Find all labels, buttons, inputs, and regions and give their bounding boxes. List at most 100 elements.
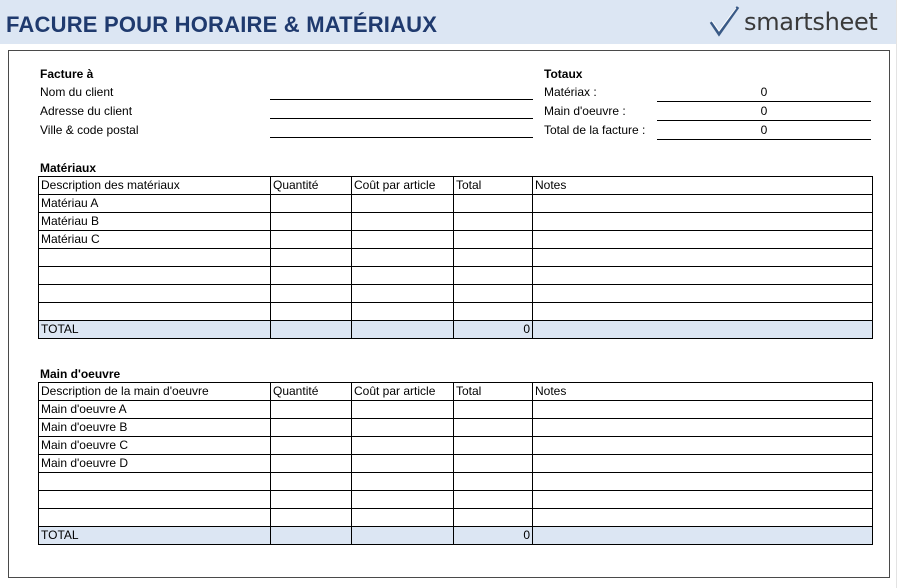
row-description[interactable]: Main d'oeuvre B [38, 418, 271, 437]
row-description[interactable]: Matériau B [38, 212, 271, 231]
cell[interactable] [270, 418, 352, 437]
cell[interactable] [270, 490, 352, 509]
row-description[interactable] [38, 490, 271, 509]
cell[interactable] [532, 194, 873, 213]
column-header: Quantité [270, 176, 352, 195]
cell[interactable] [351, 284, 454, 303]
column-header: Quantité [270, 382, 352, 401]
cell[interactable] [351, 508, 454, 527]
cell[interactable] [351, 490, 454, 509]
cell[interactable] [270, 194, 352, 213]
cell [351, 320, 454, 339]
cell[interactable] [453, 508, 533, 527]
row-description[interactable] [38, 266, 271, 285]
total-value: 0 [453, 526, 533, 545]
column-header: Total [453, 176, 533, 195]
row-description[interactable] [38, 284, 271, 303]
cell[interactable] [532, 248, 873, 267]
row-description[interactable]: Main d'oeuvre C [38, 436, 271, 455]
cell[interactable] [351, 436, 454, 455]
totals-invoice-line [657, 139, 871, 140]
cell[interactable] [351, 400, 454, 419]
cell[interactable] [351, 472, 454, 491]
totals-labor-value: 0 [760, 104, 768, 118]
cell[interactable] [453, 194, 533, 213]
cell[interactable] [532, 230, 873, 249]
cell[interactable] [270, 284, 352, 303]
row-description[interactable] [38, 508, 271, 527]
cell[interactable] [270, 230, 352, 249]
cell[interactable] [351, 230, 454, 249]
cell[interactable] [351, 266, 454, 285]
client-address-field[interactable] [270, 118, 533, 119]
cell[interactable] [453, 230, 533, 249]
cell[interactable] [453, 490, 533, 509]
cell[interactable] [453, 212, 533, 231]
cell[interactable] [532, 302, 873, 321]
row-description[interactable] [38, 472, 271, 491]
cell[interactable] [453, 454, 533, 473]
cell[interactable] [532, 400, 873, 419]
cell[interactable] [453, 284, 533, 303]
cell[interactable] [532, 436, 873, 455]
cell[interactable] [351, 454, 454, 473]
client-city-label: Ville & code postal [40, 123, 139, 137]
cell[interactable] [351, 212, 454, 231]
totals-heading: Totaux [544, 67, 583, 81]
client-name-field[interactable] [270, 99, 533, 100]
materials-heading: Matériaux [40, 161, 97, 175]
totals-materials-line [657, 101, 871, 102]
row-description[interactable]: Main d'oeuvre A [38, 400, 271, 419]
cell[interactable] [351, 302, 454, 321]
cell[interactable] [453, 400, 533, 419]
cell[interactable] [453, 248, 533, 267]
table-row: Main d'oeuvre A [38, 400, 873, 419]
totals-labor-label: Main d'oeuvre : [544, 104, 626, 118]
column-header: Coût par article [351, 382, 454, 401]
cell[interactable] [270, 436, 352, 455]
invoice-sheet: Facture à Nom du client Adresse du clien… [8, 50, 890, 578]
row-description[interactable]: Matériau C [38, 230, 271, 249]
cell[interactable] [270, 212, 352, 231]
cell[interactable] [532, 508, 873, 527]
total-row: TOTAL 0 [38, 526, 873, 545]
row-description[interactable]: Matériau A [38, 194, 271, 213]
cell[interactable] [270, 400, 352, 419]
cell[interactable] [453, 302, 533, 321]
table-row [38, 248, 873, 267]
labor-heading: Main d'oeuvre [40, 367, 121, 381]
totals-invoice-label: Total de la facture : [544, 123, 646, 137]
cell[interactable] [532, 472, 873, 491]
cell[interactable] [270, 472, 352, 491]
total-value: 0 [453, 320, 533, 339]
row-description[interactable]: Main d'oeuvre D [38, 454, 271, 473]
cell[interactable] [532, 418, 873, 437]
cell[interactable] [532, 490, 873, 509]
table-row [38, 508, 873, 527]
cell[interactable] [453, 418, 533, 437]
cell[interactable] [351, 418, 454, 437]
client-city-field[interactable] [270, 137, 533, 138]
cell[interactable] [453, 266, 533, 285]
column-header: Notes [532, 382, 873, 401]
cell[interactable] [532, 284, 873, 303]
cell [270, 526, 352, 545]
row-description[interactable] [38, 302, 271, 321]
cell[interactable] [351, 194, 454, 213]
cell[interactable] [270, 266, 352, 285]
cell[interactable] [270, 302, 352, 321]
cell[interactable] [532, 454, 873, 473]
cell[interactable] [532, 212, 873, 231]
table-row: Matériau C [38, 230, 873, 249]
cell[interactable] [270, 454, 352, 473]
cell[interactable] [351, 248, 454, 267]
cell[interactable] [532, 266, 873, 285]
cell[interactable] [453, 472, 533, 491]
table-row: Main d'oeuvre D [38, 454, 873, 473]
cell[interactable] [453, 436, 533, 455]
title-banner: FACURE POUR HORAIRE & MATÉRIAUX smartshe… [0, 0, 896, 44]
row-description[interactable] [38, 248, 271, 267]
cell[interactable] [270, 508, 352, 527]
cell[interactable] [270, 248, 352, 267]
totals-materials-value: 0 [760, 85, 768, 99]
